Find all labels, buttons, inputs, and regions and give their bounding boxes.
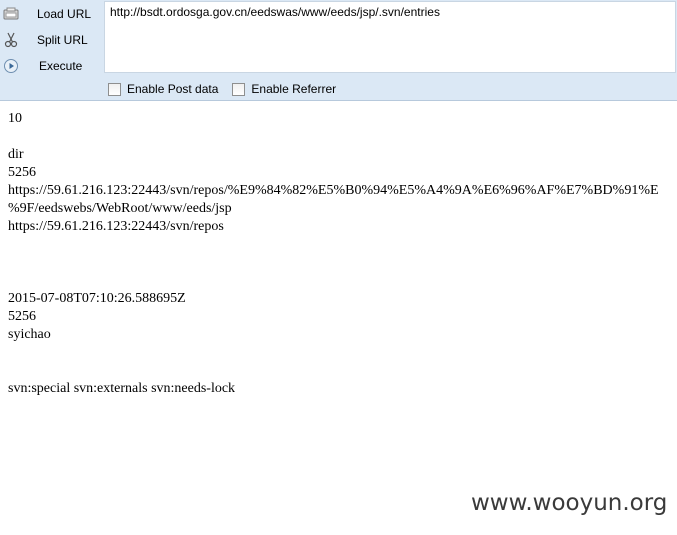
- url-textarea[interactable]: http://bsdt.ordosga.gov.cn/eedswas/www/e…: [104, 1, 676, 73]
- content-line: 10: [8, 111, 22, 126]
- hackbar-toolbar: Load URL Split URL Execute http://bsdt.o…: [0, 0, 677, 101]
- content-line: [8, 128, 677, 146]
- content-line: dir: [8, 147, 24, 162]
- enable-post-data-option[interactable]: Enable Post data: [108, 82, 218, 96]
- hackbar-options: Enable Post data Enable Referrer: [108, 80, 350, 98]
- page-content: 10 dir 5256 https://59.61.216.123:22443/…: [8, 110, 677, 450]
- split-url-label: Split URL: [37, 33, 88, 47]
- execute-label: Execute: [39, 59, 83, 73]
- load-url-button[interactable]: Load URL: [0, 2, 104, 26]
- play-icon: [3, 58, 19, 74]
- enable-referrer-option[interactable]: Enable Referrer: [232, 82, 336, 96]
- content-line: %9F/eedswebs/WebRoot/www/eeds/jsp: [8, 201, 232, 216]
- scissors-icon: [3, 32, 19, 48]
- content-line: [8, 344, 677, 362]
- content-line: [8, 272, 677, 290]
- enable-referrer-checkbox[interactable]: [232, 82, 246, 96]
- content-line: 5256: [8, 309, 36, 324]
- content-line: 5256: [8, 165, 36, 180]
- url-value[interactable]: http://bsdt.ordosga.gov.cn/eedswas/www/e…: [110, 5, 440, 19]
- content-line: 2015-07-08T07:10:26.588695Z: [8, 291, 186, 306]
- enable-post-data-checkbox[interactable]: [108, 82, 121, 96]
- content-line: https://59.61.216.123:22443/svn/repos: [8, 219, 224, 234]
- enable-post-data-label: Enable Post data: [127, 82, 219, 96]
- split-url-button[interactable]: Split URL: [0, 28, 104, 52]
- content-line: [8, 362, 677, 380]
- content-line: syichao: [8, 327, 51, 342]
- hackbar-menu: Load URL Split URL Execute: [0, 0, 104, 100]
- content-line: [8, 236, 677, 254]
- content-line: svn:special svn:externals svn:needs-lock: [8, 381, 236, 396]
- execute-button[interactable]: Execute: [0, 54, 104, 78]
- content-line: https://59.61.216.123:22443/svn/repos/%E…: [8, 183, 659, 198]
- content-line: [8, 254, 677, 272]
- enable-referrer-label: Enable Referrer: [251, 82, 337, 96]
- load-url-label: Load URL: [37, 7, 92, 21]
- load-url-icon: [3, 6, 19, 22]
- watermark: www.wooyun.org: [471, 490, 668, 516]
